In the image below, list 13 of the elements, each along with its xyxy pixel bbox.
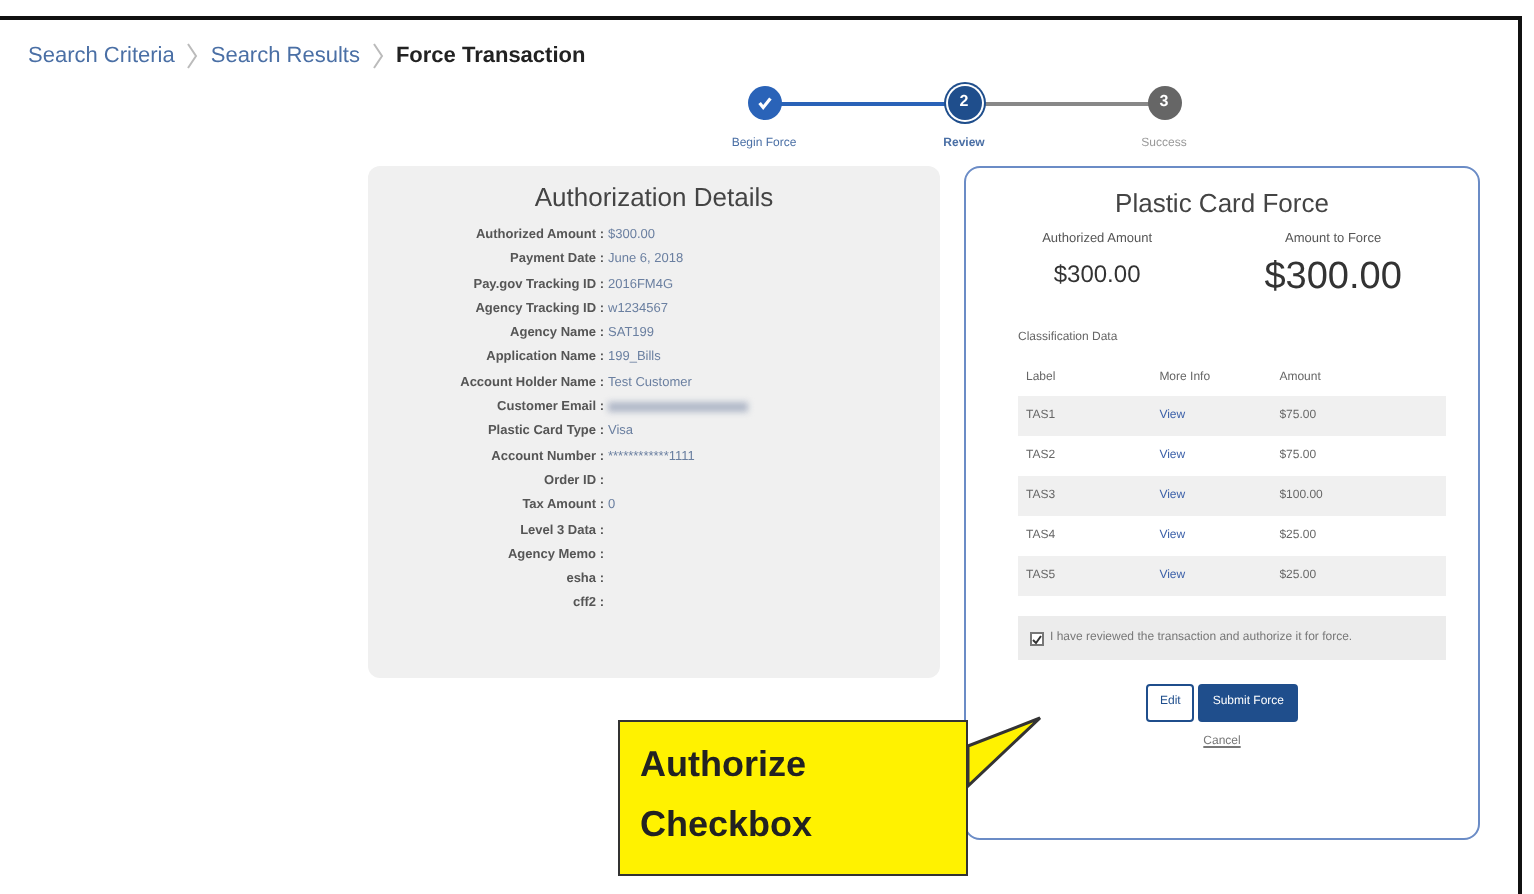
chevron-icon — [186, 42, 199, 71]
step-number: 2 — [947, 85, 981, 119]
breadcrumb-link[interactable]: Search Results — [210, 40, 360, 73]
panel-title: Authorization Details — [532, 179, 776, 215]
amount-value: $300.00 — [1264, 253, 1402, 302]
amount-value: $300.00 — [1051, 257, 1143, 292]
breadcrumb-current: Force Transaction — [395, 42, 586, 72]
step-number: 3 — [1147, 85, 1181, 119]
callout-text: Authorize Checkbox — [640, 744, 813, 844]
chevron-icon — [371, 42, 384, 71]
authorize-checkbox[interactable] — [1030, 632, 1044, 647]
breadcrumb-link[interactable]: Search Criteria — [28, 40, 175, 73]
panel-title: Plastic Card Force — [1113, 185, 1331, 221]
